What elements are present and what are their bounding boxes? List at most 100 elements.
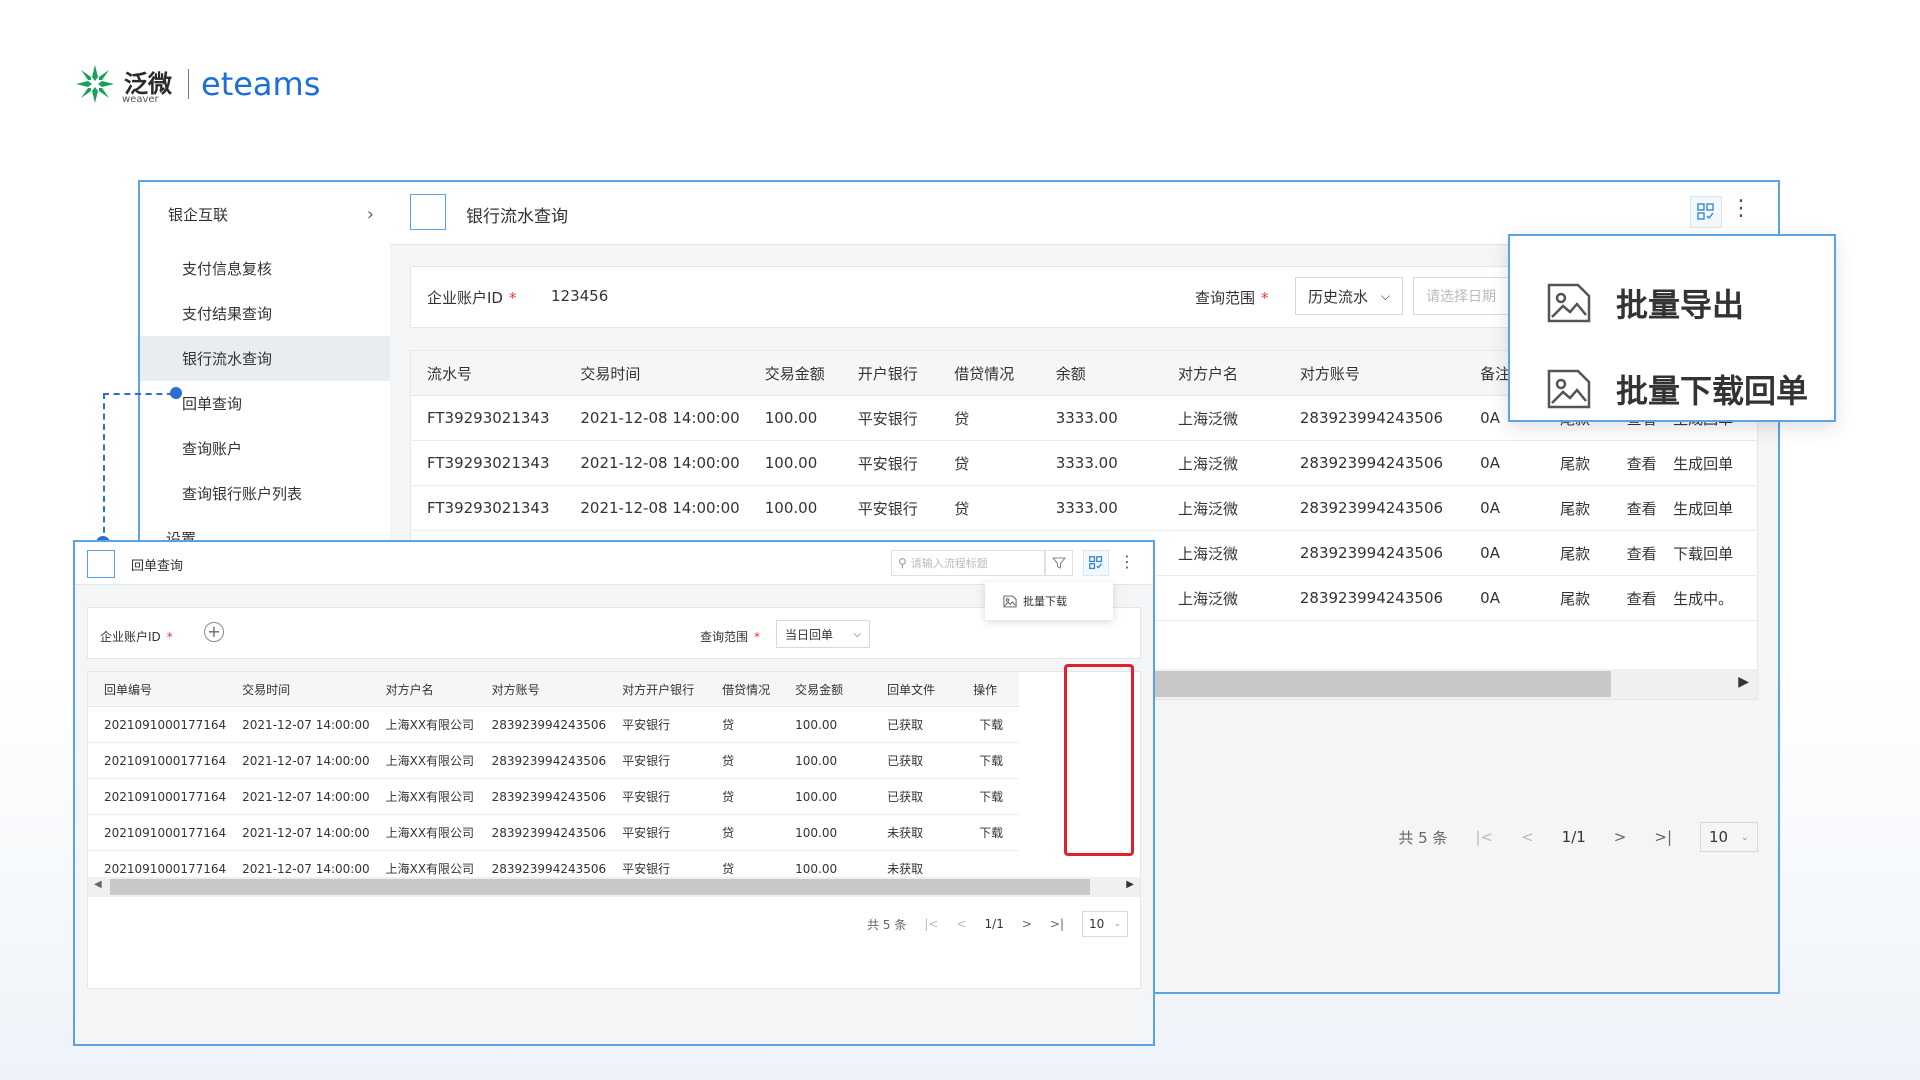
download-link[interactable]: 下载 <box>957 814 1020 851</box>
first-page-icon[interactable]: |< <box>1475 828 1493 846</box>
horizontal-scrollbar[interactable]: ◀ ▶ <box>88 877 1140 897</box>
receipt-filter-panel: 企业账户ID * + 查询范围 * 当日回单 ⌵ <box>87 607 1141 659</box>
table-cell: 2021-12-07 14:00:00 <box>226 706 370 743</box>
receipt-action-link[interactable]: 生成回单 <box>1665 485 1757 531</box>
query-range-value: 历史流水 <box>1308 287 1369 306</box>
table-cell: 2021-12-07 14:00:00 <box>226 742 370 779</box>
account-id-label: 企业账户ID * <box>427 289 517 307</box>
next-page-icon[interactable]: > <box>1022 917 1032 931</box>
table-cell: 贷 <box>706 706 780 743</box>
first-page-icon[interactable]: |< <box>924 917 938 931</box>
table-cell: 平安银行 <box>606 742 707 779</box>
table-cell: 100.00 <box>779 706 872 743</box>
col-header: 对方开户银行 <box>606 672 707 707</box>
table-cell: 283923994243506 <box>1283 440 1465 486</box>
logo-brand-text: eteams <box>201 65 321 103</box>
sidebar-item-label: 支付结果查询 <box>182 305 273 323</box>
sidebar-item-payment-review[interactable]: 支付信息复核 <box>140 246 390 291</box>
table-row: FT392930213432021-12-08 14:00:00100.00平安… <box>411 485 1757 531</box>
menu-item-label: 批量导出 <box>1616 286 1745 324</box>
last-page-icon[interactable]: >| <box>1654 828 1672 846</box>
date-picker[interactable]: 请选择日期 <box>1413 277 1513 315</box>
col-header: 借贷情况 <box>706 672 780 707</box>
table-cell: 上海泛微 <box>1161 395 1284 441</box>
col-header: 对方账号 <box>1283 351 1465 396</box>
view-link[interactable]: 查看 <box>1610 530 1666 576</box>
sidebar-item-payment-result[interactable]: 支付结果查询 <box>140 291 390 336</box>
logo-cn-text: 泛微 <box>124 70 172 98</box>
table-cell: 上海XX有限公司 <box>369 778 476 815</box>
connector-line <box>103 393 105 543</box>
scrollbar-thumb[interactable] <box>110 879 1090 895</box>
account-id-value[interactable]: 123456 <box>551 287 608 305</box>
table-cell: FT39293021343 <box>411 395 565 441</box>
sidebar-group-bank-link[interactable]: 银企互联 › <box>140 182 390 246</box>
batch-actions-button[interactable] <box>1690 196 1722 228</box>
table-cell: 贷 <box>938 395 1040 441</box>
download-link[interactable]: 下载 <box>957 742 1020 779</box>
sidebar-item-label: 查询银行账户列表 <box>182 485 303 503</box>
col-header: 对方户名 <box>1161 351 1284 396</box>
table-cell: 上海XX有限公司 <box>369 742 476 779</box>
query-range-select[interactable]: 历史流水 ⌵ <box>1295 277 1403 315</box>
sidebar-item-bank-statement[interactable]: 银行流水查询 <box>140 336 390 381</box>
menu-item-label: 批量下载 <box>1023 595 1067 608</box>
more-vertical-icon[interactable]: ⋮ <box>1119 552 1135 571</box>
sidebar-item-bank-account-list[interactable]: 查询银行账户列表 <box>140 471 390 516</box>
receipt-header: 回单查询 ⚲ 请输入流程标题 ⋮ <box>75 542 1153 585</box>
view-link[interactable]: 查看 <box>1610 485 1666 531</box>
table-row: FT392930213432021-12-08 14:00:00100.00平安… <box>411 440 1757 486</box>
table-row: 2021091000177164 2021-12-07 14:00:00 上海XX有… <box>88 742 1020 779</box>
col-header: 余额 <box>1039 351 1162 396</box>
table-cell: 2021091000177164 <box>88 706 227 743</box>
prev-page-icon[interactable]: < <box>956 917 966 931</box>
table-cell: 尾款 <box>1544 575 1611 621</box>
next-page-icon[interactable]: > <box>1614 828 1627 846</box>
logo-divider <box>188 69 189 99</box>
scroll-right-icon[interactable]: ▶ <box>1126 879 1134 890</box>
more-vertical-icon[interactable]: ⋮ <box>1730 198 1752 220</box>
table-cell: 2021-12-08 14:00:00 <box>564 485 749 531</box>
batch-actions-button[interactable] <box>1083 550 1109 576</box>
menu-item-batch-download-receipt[interactable]: 批量下载回单 <box>1546 364 1808 414</box>
table-cell: 上海XX有限公司 <box>369 814 476 851</box>
download-link[interactable]: 下载 <box>957 778 1020 815</box>
col-header: 对方账号 <box>475 672 607 707</box>
page-size-select[interactable]: 10 ⌄ <box>1700 822 1758 852</box>
weaver-logo-icon <box>72 61 118 107</box>
menu-item-batch-download[interactable]: 批量下载 <box>985 582 1113 620</box>
connector-dot <box>170 387 182 399</box>
last-page-icon[interactable]: >| <box>1050 917 1064 931</box>
add-circle-icon[interactable]: + <box>204 622 224 642</box>
pagination: 共 5 条 |< < 1/1 > >| 10 ⌄ <box>867 910 1128 938</box>
view-link[interactable]: 查看 <box>1610 440 1666 486</box>
table-cell: 100.00 <box>748 395 842 441</box>
scroll-left-icon[interactable]: ◀ <box>94 879 102 890</box>
receipt-action-link[interactable]: 下载回单 <box>1665 530 1757 576</box>
table-cell: 2021-12-08 14:00:00 <box>564 440 749 486</box>
logo-en-text: weaver <box>122 94 159 105</box>
query-range-select[interactable]: 当日回单 ⌵ <box>776 620 870 648</box>
table-row: 2021091000177164 2021-12-07 14:00:00 上海XX有… <box>88 778 1020 815</box>
col-header: 交易金额 <box>779 672 872 707</box>
scroll-right-icon[interactable]: ▶ <box>1738 674 1749 690</box>
chevron-right-icon: › <box>366 203 374 225</box>
table-cell: 2021-12-07 14:00:00 <box>226 814 370 851</box>
page-size-select[interactable]: 10 ⌄ <box>1082 911 1128 937</box>
table-cell: 上海泛微 <box>1161 485 1284 531</box>
menu-item-batch-export[interactable]: 批量导出 <box>1546 278 1744 328</box>
prev-page-icon[interactable]: < <box>1521 828 1534 846</box>
search-input[interactable]: ⚲ 请输入流程标题 <box>891 550 1045 576</box>
filter-icon[interactable] <box>1045 550 1073 576</box>
receipt-action-link[interactable]: 生成回单 <box>1665 440 1757 486</box>
table-cell: 283923994243506 <box>1283 395 1465 441</box>
table-cell: 100.00 <box>748 485 842 531</box>
image-icon <box>1003 595 1017 607</box>
batch-grid-icon <box>1089 556 1103 570</box>
download-link[interactable]: 下载 <box>957 706 1020 743</box>
view-link[interactable]: 查看 <box>1610 575 1666 621</box>
menu-item-label: 批量下载回单 <box>1616 372 1809 410</box>
table-cell: 0A <box>1464 575 1545 621</box>
sidebar-item-query-account[interactable]: 查询账户 <box>140 426 390 471</box>
page-icon <box>87 550 115 578</box>
